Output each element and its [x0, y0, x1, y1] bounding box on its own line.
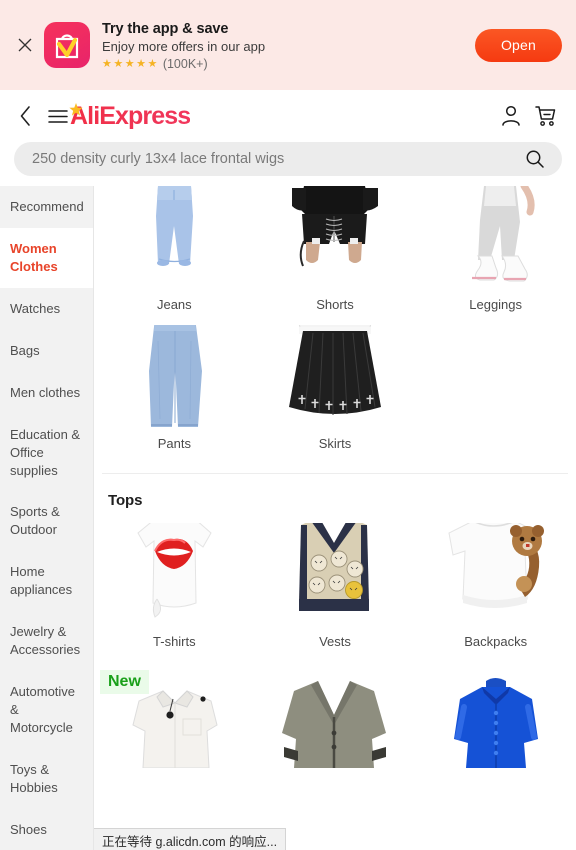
app-promo-banner: Try the app & save Enjoy more offers in … — [0, 0, 576, 90]
category-card-blouse[interactable] — [415, 662, 576, 768]
category-content: Jeans Shorts Leggings Pants Skirts Tops … — [94, 186, 576, 850]
sidebar-item-education-office[interactable]: Education & Office supplies — [0, 414, 93, 492]
banner-rating: ★★★★★ (100K+) — [102, 58, 475, 71]
sidebar-item-jewelry-accessories[interactable]: Jewelry & Accessories — [0, 611, 93, 671]
user-account-icon[interactable] — [494, 99, 528, 133]
browser-status-bar: 正在等待 g.alicdn.com 的响应... — [94, 828, 287, 850]
category-card-vests[interactable]: Vests — [255, 523, 416, 662]
shorts-image — [255, 186, 416, 292]
product-grid-bottoms-row1: Jeans Shorts Leggings — [94, 186, 576, 325]
category-card-tshirts[interactable]: T-shirts — [94, 523, 255, 662]
rating-count: (100K+) — [162, 56, 208, 71]
logo-text: AliExpress — [70, 101, 191, 130]
category-card-cardigan[interactable] — [255, 662, 416, 768]
blue-blouse-image — [415, 662, 576, 768]
pants-image: MODE — [94, 324, 255, 431]
site-header: AliExpress — [0, 90, 576, 142]
category-card-shorts[interactable]: Shorts — [255, 186, 416, 325]
category-card-backpacks[interactable]: Backpacks — [415, 523, 576, 662]
sidebar-item-recommend[interactable]: Recommend — [0, 186, 93, 228]
sidebar-item-bags[interactable]: Bags — [0, 330, 93, 372]
close-icon[interactable] — [10, 30, 40, 60]
open-app-button[interactable]: Open — [474, 28, 562, 62]
category-label: Pants — [157, 435, 191, 451]
sidebar-item-home-appliances[interactable]: Home appliances — [0, 551, 93, 611]
category-label: Vests — [319, 634, 351, 650]
sidebar-item-shoes[interactable]: Shoes — [0, 809, 93, 850]
category-card-skirts[interactable]: Skirts — [255, 324, 416, 464]
page-body: Recommend Women Clothes Watches Bags Men… — [0, 186, 576, 850]
sidebar-item-watches[interactable]: Watches — [0, 288, 93, 330]
category-card-empty — [415, 325, 576, 464]
category-card-new-item[interactable]: New — [94, 662, 255, 768]
sidebar-item-women-clothes[interactable]: Women Clothes — [0, 227, 93, 288]
vest-image — [255, 523, 416, 630]
tshirt-image — [94, 523, 255, 630]
sidebar-item-toys-hobbies[interactable]: Toys & Hobbies — [0, 749, 93, 809]
search-bar[interactable] — [14, 142, 562, 176]
product-grid-bottoms-row2: MODE Pants — [94, 324, 576, 464]
category-label: Backpacks — [464, 634, 528, 650]
backpack-sweatshirt-image — [415, 523, 576, 630]
category-label: Jeans — [156, 297, 192, 312]
product-grid-tops-row1: T-shirts Vests Backpacks — [94, 523, 576, 662]
sidebar-item-men-clothes[interactable]: Men clothes — [0, 372, 93, 414]
star-rating-icon: ★★★★★ — [102, 57, 159, 70]
category-card-pants[interactable]: MODE Pants — [94, 324, 255, 464]
banner-subtitle: Enjoy more offers in our app — [102, 38, 266, 54]
search-input[interactable] — [32, 151, 522, 167]
aliexpress-logo[interactable]: AliExpress — [69, 101, 191, 130]
category-label: Skirts — [318, 435, 352, 451]
chevron-left-icon[interactable] — [12, 100, 38, 132]
product-grid-tops-row2: New — [94, 662, 576, 768]
skirts-image — [255, 324, 416, 431]
leggings-image — [415, 186, 576, 292]
jeans-image — [94, 186, 255, 292]
sidebar-item-sports-outdoor[interactable]: Sports & Outdoor — [0, 491, 93, 551]
banner-title: Try the app & save — [102, 20, 229, 37]
banner-text-block: Try the app & save Enjoy more offers in … — [102, 20, 475, 71]
new-badge: New — [100, 669, 149, 694]
category-card-jeans[interactable]: Jeans — [94, 186, 255, 325]
section-title-tops: Tops — [108, 492, 143, 510]
category-card-leggings[interactable]: Leggings — [415, 186, 576, 325]
category-label: T-shirts — [153, 634, 196, 650]
search-section — [0, 142, 576, 186]
category-sidebar[interactable]: Recommend Women Clothes Watches Bags Men… — [0, 186, 94, 850]
grey-cardigan-image — [255, 662, 416, 768]
category-label: Leggings — [469, 297, 523, 312]
shopping-cart-icon[interactable] — [528, 99, 562, 133]
shopping-bag-icon — [44, 22, 90, 68]
category-label: Shorts — [316, 297, 354, 312]
search-icon[interactable] — [522, 146, 548, 172]
sidebar-item-automotive-motorcycle[interactable]: Automotive & Motorcycle — [0, 671, 93, 749]
